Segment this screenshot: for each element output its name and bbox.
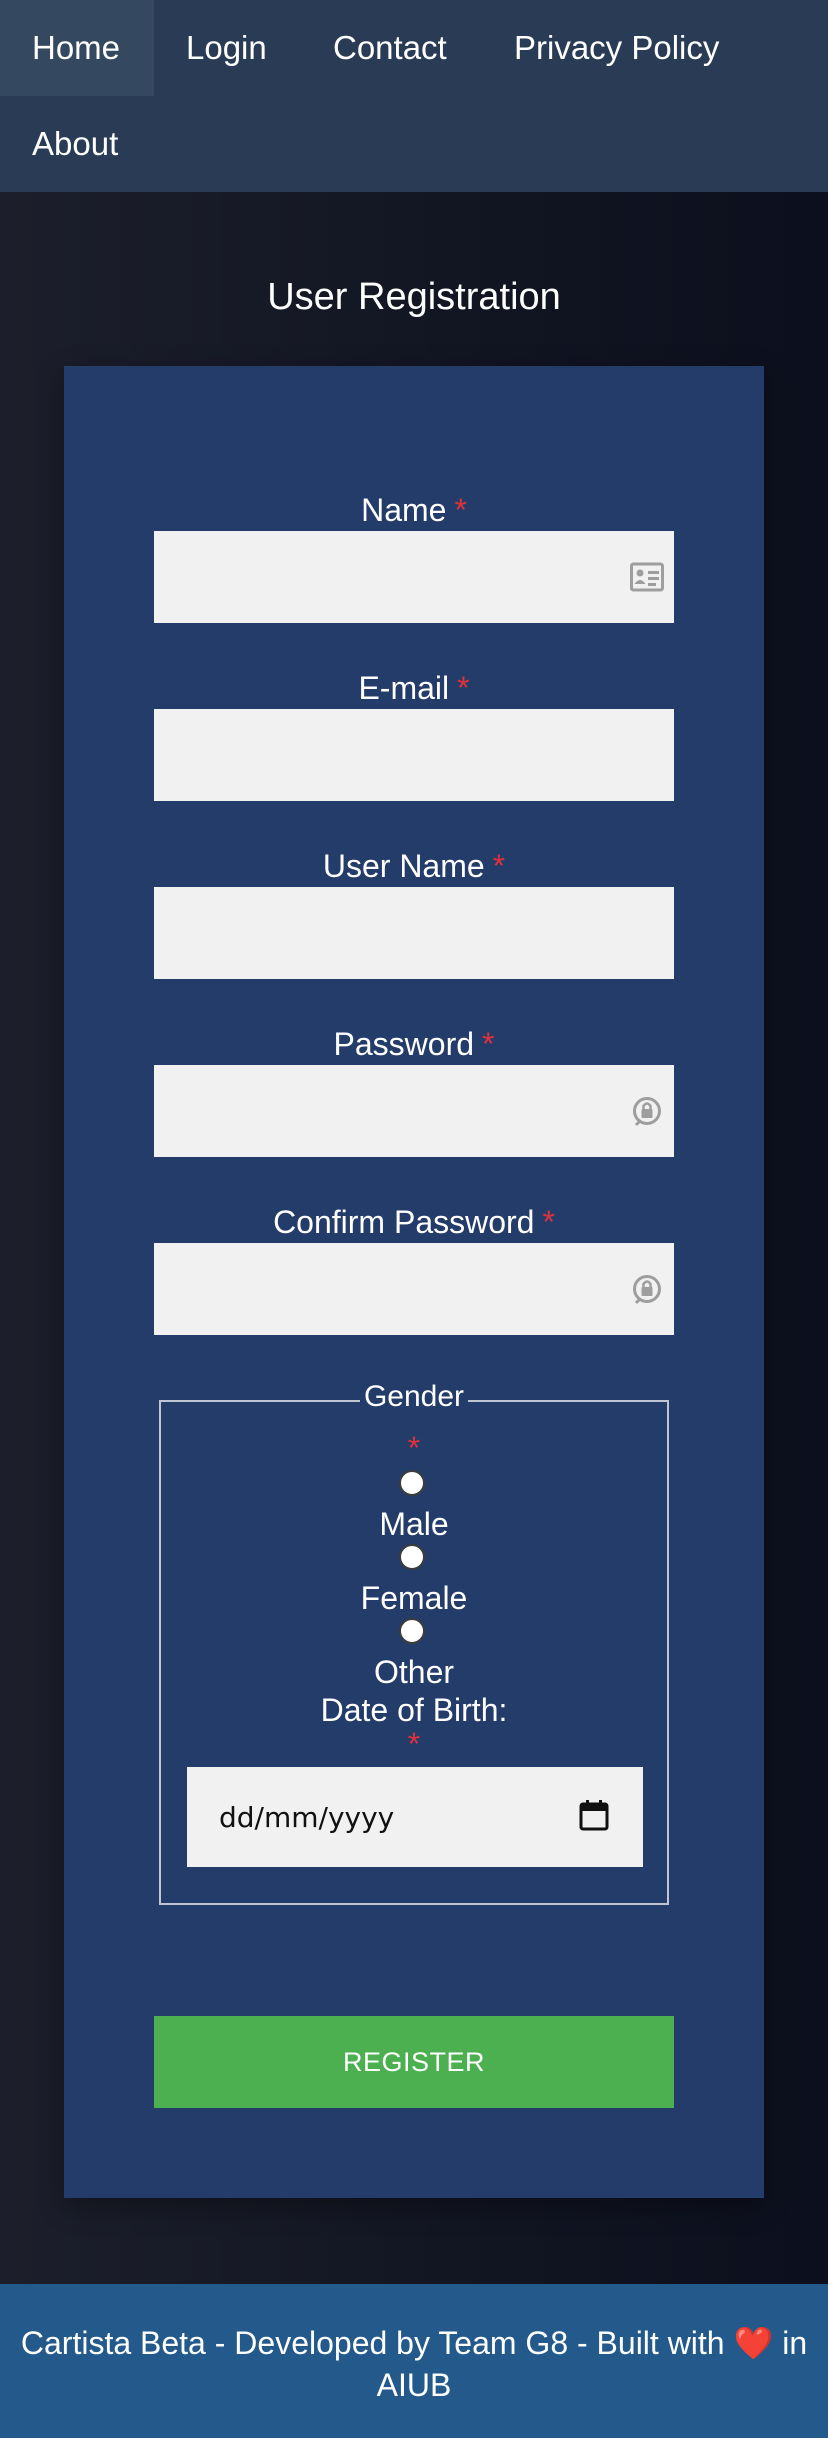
password-field[interactable] <box>154 1065 674 1157</box>
nav-contact-link[interactable]: Contact <box>301 0 479 96</box>
nav-home-link[interactable]: Home <box>0 0 154 96</box>
gender-legend: Gender <box>161 1380 667 1414</box>
username-field[interactable] <box>154 887 674 979</box>
nav-login-link[interactable]: Login <box>154 0 299 96</box>
confirm-password-label: Confirm Password * <box>273 1204 555 1240</box>
heart-icon: ❤️ <box>733 2325 774 2361</box>
nav-about-link[interactable]: About <box>0 96 150 192</box>
date-of-birth-input[interactable]: dd/mm/yyyy <box>187 1767 643 1867</box>
email-label: E-mail * <box>358 670 470 706</box>
dob-label: Date of Birth: <box>320 1692 508 1728</box>
registration-form: Name* E-mail* User Name* Password* C <box>64 366 764 2198</box>
required-marker: * <box>542 1204 555 1240</box>
required-marker: * <box>407 1430 421 1466</box>
register-button[interactable]: REGISTER <box>154 2016 674 2108</box>
name-field[interactable] <box>154 531 674 623</box>
calendar-icon[interactable] <box>579 1799 609 1831</box>
date-placeholder: dd/mm/yyyy <box>219 1801 395 1834</box>
gender-other-label: Other <box>373 1654 455 1690</box>
required-marker: * <box>407 1726 421 1762</box>
gender-female-label: Female <box>360 1580 468 1616</box>
nav-privacy-policy-link[interactable]: Privacy Policy <box>482 0 751 96</box>
required-marker: * <box>454 492 467 528</box>
page-title: User Registration <box>267 276 561 318</box>
name-label: Name * <box>361 492 467 528</box>
footer: Cartista Beta - Developed by Team G8 - B… <box>0 2284 828 2438</box>
confirm-password-field[interactable] <box>154 1243 674 1335</box>
gender-fieldset: Gender * Male Female Other Date of Birth… <box>159 1380 669 1905</box>
gender-female-radio[interactable] <box>399 1544 425 1570</box>
email-field[interactable] <box>154 709 674 801</box>
gender-other-radio[interactable] <box>399 1618 425 1644</box>
required-marker: * <box>457 670 470 706</box>
top-navbar: Home Login Contact Privacy Policy About <box>0 0 828 192</box>
required-marker: * <box>482 1026 495 1062</box>
required-marker: * <box>492 848 506 884</box>
password-lock-icon[interactable] <box>630 1095 664 1127</box>
footer-text: Cartista Beta - Developed by Team G8 - B… <box>20 2325 808 2403</box>
username-label: User Name * <box>322 848 506 884</box>
id-card-icon <box>630 562 664 592</box>
password-label: Password * <box>333 1026 495 1062</box>
gender-male-label: Male <box>379 1506 449 1542</box>
password-lock-icon[interactable] <box>630 1273 664 1305</box>
gender-male-radio[interactable] <box>399 1470 425 1496</box>
